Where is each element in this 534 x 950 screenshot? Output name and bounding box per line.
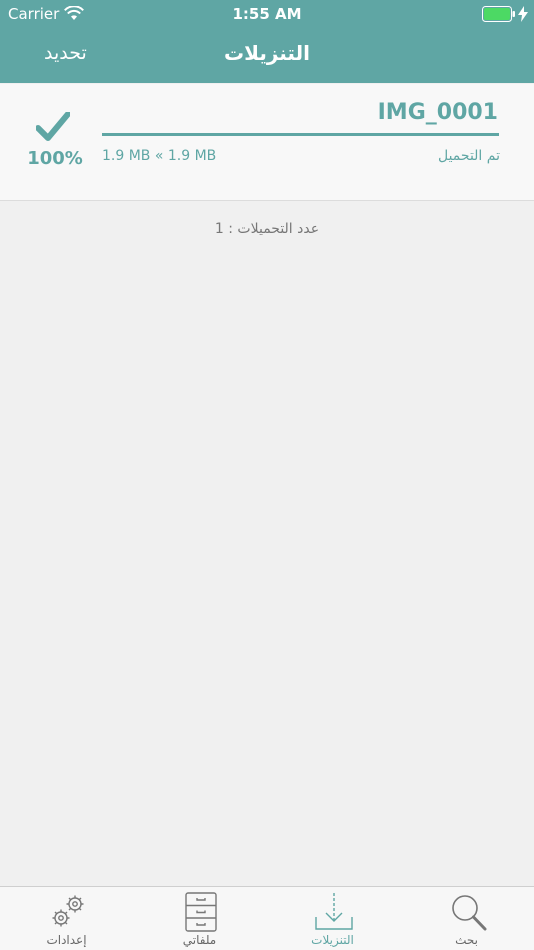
tab-search-label: بحث <box>455 933 478 947</box>
tab-search[interactable]: بحث <box>400 887 533 950</box>
tab-my-files[interactable]: ملفاتي <box>133 887 266 950</box>
page-title: التنزيلات <box>224 41 310 65</box>
download-icon <box>315 893 353 930</box>
download-list-item[interactable]: 100% IMG_0001 1.9 MB « 1.9 MB تم التحميل <box>0 84 534 201</box>
tab-bar: إعدادات ملفاتي التنزيلات بحث <box>0 886 534 950</box>
progress-percent: 100% <box>27 148 83 169</box>
downloads-count: عدد التحميلات : 1 <box>214 221 320 237</box>
search-icon <box>452 895 487 931</box>
checkmark-icon <box>36 112 70 141</box>
status-bar: Carrier 1:55 AM <box>0 0 534 28</box>
tab-downloads-label: التنزيلات <box>311 933 354 947</box>
battery-icon <box>482 6 515 22</box>
progress-bar <box>102 133 499 136</box>
gears-icon <box>52 895 84 927</box>
clock: 1:55 AM <box>232 5 302 23</box>
download-status: تم التحميل <box>437 148 500 164</box>
tab-settings-label: إعدادات <box>46 933 87 947</box>
tab-my-files-label: ملفاتي <box>182 933 217 947</box>
charging-bolt-icon <box>518 6 528 22</box>
nav-bar: تحديد التنزيلات <box>0 28 534 83</box>
progress-fill <box>102 133 499 136</box>
file-name: IMG_0001 <box>377 100 498 125</box>
tab-downloads[interactable]: التنزيلات <box>266 887 399 950</box>
tab-settings[interactable]: إعدادات <box>0 887 133 950</box>
file-size: 1.9 MB « 1.9 MB <box>102 148 217 164</box>
cabinet-icon <box>185 892 217 932</box>
